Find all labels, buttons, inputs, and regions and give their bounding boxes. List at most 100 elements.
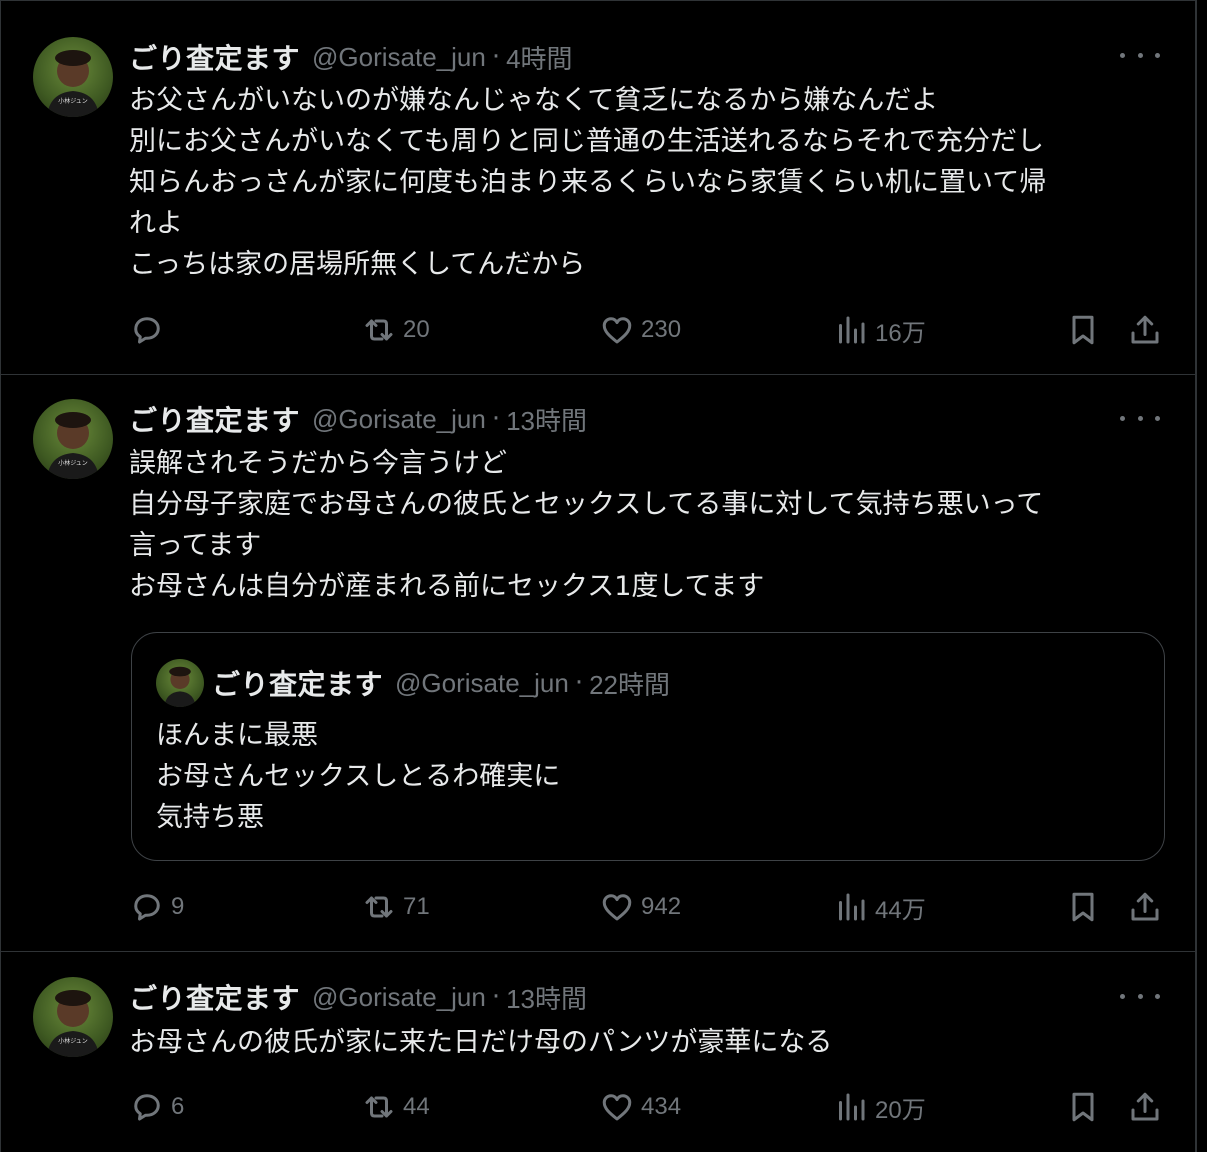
tweet-line: お母さんの彼氏が家に来た日だけ母のパンツが豪華になる <box>129 1027 833 1058</box>
reply-button[interactable]: 9 <box>129 887 184 927</box>
separator-dot: · <box>574 668 584 698</box>
quote-display-name: ごり査定ます <box>212 668 384 701</box>
share-button[interactable] <box>1127 310 1163 350</box>
reply-icon <box>134 894 160 921</box>
tweet-line: お父さんがいないのが嫌なんじゃなくて貧乏になるから嫌なんだよ <box>129 85 939 116</box>
user-handle[interactable]: @Gorisate_jun <box>312 982 486 1013</box>
retweet-count: 44 <box>403 1093 430 1120</box>
retweet-button[interactable]: 20 <box>361 310 430 350</box>
more-dots-icon[interactable] <box>1120 45 1160 65</box>
tweet-line: 別にお父さんがいなくても周りと同じ普通の生活送れるならそれで充分だし <box>129 126 1045 157</box>
action-bar: 9 71 942 44万 <box>129 887 1178 927</box>
timestamp[interactable]: 4時間 <box>506 39 572 76</box>
share-icon <box>1131 315 1159 344</box>
reply-icon <box>134 1094 160 1121</box>
share-button[interactable] <box>1127 1087 1163 1127</box>
tweet[interactable]: 小林ジュン ごり査定ます @Gorisate_jun · 4時間 お父さんがいな… <box>1 0 1196 375</box>
display-name[interactable]: ごり査定ます <box>129 37 300 77</box>
display-name[interactable]: ごり査定ます <box>129 399 300 439</box>
heart-icon <box>602 1094 632 1121</box>
tweet-line: 誤解されそうだから今言うけど <box>129 448 507 479</box>
quote-line: 気持ち悪 <box>156 802 264 833</box>
user-handle[interactable]: @Gorisate_jun <box>312 404 486 435</box>
retweet-button[interactable]: 71 <box>361 887 430 927</box>
avatar[interactable]: 小林ジュン <box>33 37 113 117</box>
reply-button[interactable] <box>129 310 171 350</box>
retweet-icon <box>365 1096 393 1118</box>
timestamp[interactable]: 13時間 <box>506 979 587 1016</box>
display-name[interactable]: ごり査定ます <box>129 977 300 1017</box>
quoted-tweet[interactable]: ごり査定ます @Gorisate_jun · 22時間 ほんまに最悪 お母さんセ… <box>131 632 1165 861</box>
views-button[interactable]: 20万 <box>833 1087 926 1127</box>
quote-line: お母さんセックスしとるわ確実に <box>156 761 561 792</box>
views-chart-icon <box>839 893 865 921</box>
tweet-header: ごり査定ます @Gorisate_jun · 13時間 <box>129 977 587 1017</box>
quote-avatar[interactable] <box>156 659 204 707</box>
like-button[interactable]: 434 <box>599 1087 681 1127</box>
separator-dot: · <box>491 42 501 72</box>
reply-count: 9 <box>171 893 185 920</box>
heart-icon <box>602 894 632 921</box>
reply-button[interactable]: 6 <box>129 1087 184 1127</box>
svg-text:小林ジュン: 小林ジュン <box>58 1037 88 1045</box>
views-chart-icon <box>839 1093 865 1121</box>
quote-timestamp: 22時間 <box>589 669 671 700</box>
view-count: 16万 <box>875 319 926 347</box>
quote-header: ごり査定ます @Gorisate_jun · 22時間 <box>212 663 670 703</box>
tweet-text: 誤解されそうだから今言うけど 自分母子家庭でお母さんの彼氏とセックスしてる事に対… <box>129 443 1160 607</box>
svg-text:小林ジュン: 小林ジュン <box>58 97 88 105</box>
tweet-line: 言ってます <box>129 530 262 561</box>
bookmark-button[interactable] <box>1065 310 1101 350</box>
retweet-icon <box>365 319 393 341</box>
share-icon <box>1131 1092 1159 1121</box>
like-count: 230 <box>641 316 682 343</box>
tweet-line: れよ <box>129 208 183 239</box>
more-dots-icon[interactable] <box>1120 986 1160 1006</box>
action-bar: 6 44 434 20万 <box>129 1087 1178 1127</box>
share-icon <box>1131 892 1159 921</box>
retweet-button[interactable]: 44 <box>361 1087 430 1127</box>
quote-line: ほんまに最悪 <box>156 720 318 751</box>
view-count: 20万 <box>875 1096 926 1124</box>
tweet[interactable]: 小林ジュン ごり査定ます @Gorisate_jun · 13時間 お母さんの彼… <box>1 952 1196 1152</box>
tweet-text: お母さんの彼氏が家に来た日だけ母のパンツが豪華になる <box>129 1022 1160 1063</box>
heart-icon <box>602 317 632 344</box>
like-button[interactable]: 230 <box>599 310 681 350</box>
bookmark-button[interactable] <box>1065 1087 1101 1127</box>
retweet-count: 20 <box>403 316 430 343</box>
timestamp[interactable]: 13時間 <box>506 401 587 438</box>
views-chart-icon <box>839 316 865 344</box>
tweet-header: ごり査定ます @Gorisate_jun · 4時間 <box>129 37 573 77</box>
svg-text:小林ジュン: 小林ジュン <box>58 459 88 467</box>
avatar[interactable]: 小林ジュン <box>33 399 113 479</box>
separator-dot: · <box>491 982 501 1012</box>
view-count: 44万 <box>875 896 926 924</box>
retweet-icon <box>365 896 393 918</box>
bookmark-icon <box>1072 315 1094 345</box>
avatar[interactable]: 小林ジュン <box>33 977 113 1057</box>
reply-count: 6 <box>171 1093 185 1120</box>
like-count: 942 <box>641 893 682 920</box>
tweet-header: ごり査定ます @Gorisate_jun · 13時間 <box>129 399 587 439</box>
tweet-line: こっちは家の居場所無くしてんだから <box>129 249 586 280</box>
bookmark-button[interactable] <box>1065 887 1101 927</box>
user-handle[interactable]: @Gorisate_jun <box>312 42 486 73</box>
bookmark-icon <box>1072 1092 1094 1122</box>
views-button[interactable]: 16万 <box>833 310 926 350</box>
share-button[interactable] <box>1127 887 1163 927</box>
views-button[interactable]: 44万 <box>833 887 926 927</box>
retweet-count: 71 <box>403 893 430 920</box>
tweet-line: お母さんは自分が産まれる前にセックス1度してます <box>129 571 765 602</box>
separator-dot: · <box>491 404 501 434</box>
more-dots-icon[interactable] <box>1120 408 1160 428</box>
tweet-line: 自分母子家庭でお母さんの彼氏とセックスしてる事に対して気持ち悪いって <box>129 489 1044 520</box>
like-button[interactable]: 942 <box>599 887 681 927</box>
action-bar: 20 230 16万 <box>129 310 1178 350</box>
quote-text: ほんまに最悪 お母さんセックスしとるわ確実に 気持ち悪 <box>156 715 560 838</box>
like-count: 434 <box>641 1093 682 1120</box>
tweet-text: お父さんがいないのが嫌なんじゃなくて貧乏になるから嫌なんだよ 別にお父さんがいな… <box>129 80 1160 285</box>
bookmark-icon <box>1072 892 1094 922</box>
tweet[interactable]: 小林ジュン ごり査定ます @Gorisate_jun · 13時間 誤解されそう… <box>1 375 1196 952</box>
tweet-line: 知らんおっさんが家に何度も泊まり来るくらいなら家賃くらい机に置いて帰 <box>129 167 1047 198</box>
reply-icon <box>134 317 160 344</box>
